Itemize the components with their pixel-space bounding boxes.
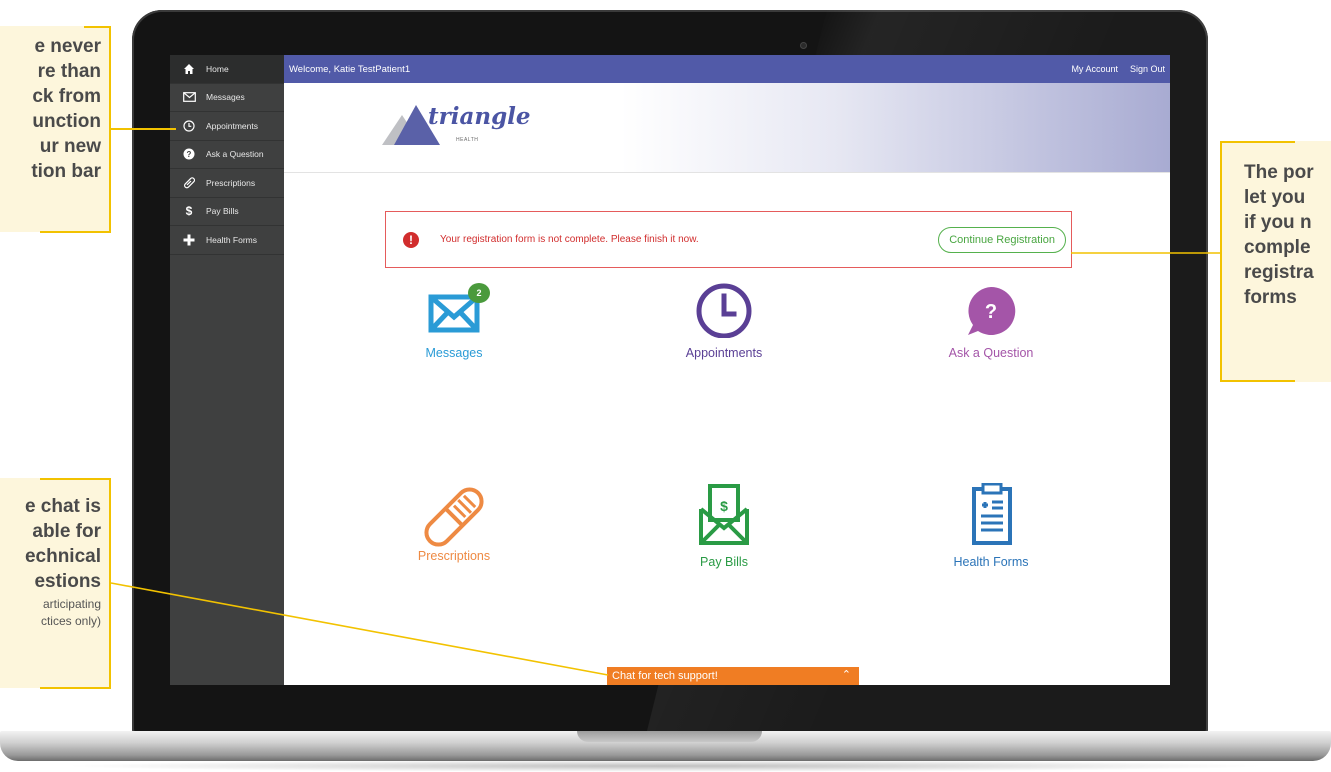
logo-subtext: HEALTH	[456, 137, 479, 143]
svg-text:?: ?	[985, 301, 997, 323]
sidebar-item-label: Prescriptions	[206, 177, 256, 188]
sidebar-item-label: Ask a Question	[206, 149, 264, 160]
clock-icon	[182, 119, 196, 133]
tile-health-forms[interactable]: Health Forms	[901, 483, 1081, 603]
bill-envelope-icon: $	[699, 484, 749, 545]
envelope-icon	[182, 90, 196, 104]
callout-registration-top	[1220, 141, 1295, 143]
sidebar-item-appointments[interactable]: Appointments	[170, 112, 284, 141]
callout-chat-bottom	[40, 687, 111, 689]
alert-exclamation-icon: !	[403, 231, 419, 248]
callout-chat-subtext: articipating ctices only)	[40, 597, 101, 628]
pill-icon	[182, 176, 196, 190]
my-account-link[interactable]: My Account	[1071, 64, 1118, 74]
tile-label-prescriptions: Prescriptions	[417, 549, 491, 563]
tile-label-health-forms: Health Forms	[953, 555, 1029, 569]
tile-label-pay-bills: Pay Bills	[700, 555, 748, 569]
chat-support-bar[interactable]: Chat for tech support! ⌃	[607, 667, 859, 685]
callout-chat-top	[40, 478, 111, 480]
question-icon: ?	[182, 147, 196, 161]
brand-banner: triangle HEALTH	[284, 83, 1170, 173]
registration-alert: ! Your registration form is not complete…	[385, 211, 1072, 268]
dollar-icon: $	[185, 204, 193, 219]
chat-label: Chat for tech support!	[612, 670, 718, 682]
sidebar-item-prescriptions[interactable]: Prescriptions	[170, 169, 284, 198]
sign-out-link[interactable]: Sign Out	[1130, 64, 1165, 74]
webcam	[800, 42, 807, 49]
sidebar-item-label: Home	[206, 63, 229, 74]
alert-message: Your registration form is not complete. …	[440, 234, 699, 245]
tile-messages[interactable]: 2 Messages	[364, 278, 544, 398]
sidebar-item-label: Appointments	[206, 120, 258, 131]
chevron-up-icon: ⌃	[841, 669, 851, 681]
speech-question-icon: ?	[968, 286, 1016, 335]
clock-large-icon	[696, 283, 752, 338]
laptop-notch	[577, 731, 762, 742]
callout-nav-bar-bottom	[40, 231, 111, 233]
callout-chat-text: e chat is able for echnical estions	[24, 496, 101, 592]
tile-pay-bills[interactable]: $ Pay Bills	[634, 483, 814, 603]
tile-label-messages: Messages	[425, 346, 483, 360]
tile-label-ask-question: Ask a Question	[948, 346, 1034, 360]
callout-registration-text: The por let you if you n comple registra…	[1244, 162, 1314, 308]
sidebar-item-health-forms[interactable]: Health Forms	[170, 226, 284, 255]
sidebar-item-ask-question[interactable]: ? Ask a Question	[170, 141, 284, 169]
portal-screen: Home Messages Appointments ? Ask a Quest…	[170, 55, 1170, 685]
callout-nav-bar-top	[84, 26, 111, 28]
sidebar-nav: Home Messages Appointments ? Ask a Quest…	[170, 55, 284, 685]
continue-registration-button[interactable]: Continue Registration	[938, 226, 1066, 253]
sidebar-item-label: Pay Bills	[206, 206, 239, 217]
tile-label-appointments: Appointments	[685, 346, 763, 360]
logo-wordmark: triangle	[428, 103, 531, 130]
unread-count-badge: 2	[468, 283, 490, 303]
laptop-shadow	[60, 760, 1270, 772]
pill-large-icon	[424, 487, 484, 547]
callout-registration-border	[1220, 141, 1222, 382]
welcome-text: Welcome, Katie TestPatient1	[289, 63, 411, 75]
svg-text:?: ?	[187, 150, 192, 159]
sidebar-item-label: Messages	[206, 92, 245, 103]
slide: Home Messages Appointments ? Ask a Quest…	[0, 0, 1331, 772]
callout-registration-bottom	[1220, 380, 1295, 382]
sidebar-item-messages[interactable]: Messages	[170, 84, 284, 112]
tile-prescriptions[interactable]: Prescriptions	[364, 483, 544, 603]
callout-chat-border	[109, 478, 111, 689]
sidebar-item-home[interactable]: Home	[170, 55, 284, 84]
callout-nav-bar-text: e never re than ck from unction ur new t…	[31, 36, 101, 182]
home-icon	[182, 62, 196, 76]
triangle-health-logo: triangle HEALTH	[382, 99, 542, 159]
tile-appointments[interactable]: Appointments	[634, 278, 814, 398]
sidebar-item-pay-bills[interactable]: $ Pay Bills	[170, 198, 284, 226]
plus-icon	[182, 233, 196, 247]
svg-text:$: $	[720, 498, 728, 514]
clipboard-medical-icon	[972, 483, 1012, 545]
tile-ask-question[interactable]: ? Ask a Question	[901, 278, 1081, 398]
sidebar-item-label: Health Forms	[206, 234, 258, 245]
callout-nav-bar-pointer	[111, 128, 176, 130]
top-bar: Welcome, Katie TestPatient1 My Account S…	[284, 55, 1170, 83]
